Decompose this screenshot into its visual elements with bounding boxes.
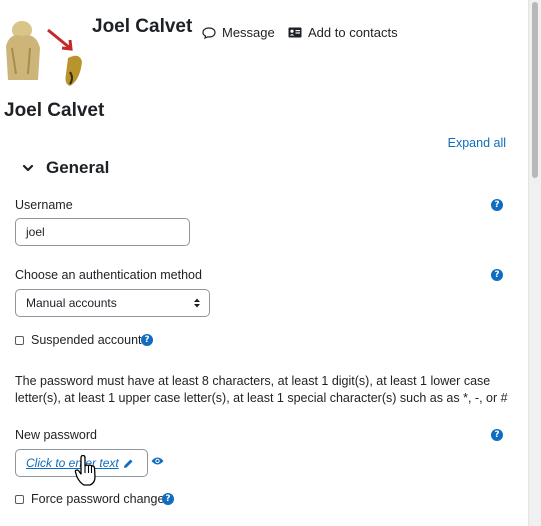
- password-policy-text: The password must have at least 8 charac…: [15, 374, 508, 405]
- user-avatar: [0, 18, 86, 88]
- help-icon[interactable]: ?: [162, 493, 174, 505]
- suspended-checkbox[interactable]: [15, 335, 24, 345]
- vertical-scrollbar[interactable]: [528, 0, 541, 526]
- force-password-change-row: Force password change: [15, 492, 164, 506]
- auth-method-select[interactable]: Manual accounts: [15, 289, 210, 317]
- force-password-change-label: Force password change: [31, 492, 165, 506]
- expand-all-link[interactable]: Expand all: [448, 136, 506, 150]
- section-general-toggle[interactable]: General: [22, 158, 109, 178]
- help-icon[interactable]: ?: [141, 334, 153, 346]
- section-title: General: [46, 158, 110, 177]
- select-arrows-icon: [194, 298, 200, 308]
- help-icon[interactable]: ?: [491, 429, 503, 441]
- message-link[interactable]: Message: [202, 25, 275, 40]
- auth-method-label: Choose an authentication method: [15, 268, 202, 282]
- add-contact-label: Add to contacts: [308, 25, 398, 40]
- add-contact-link[interactable]: Add to contacts: [288, 25, 398, 40]
- help-icon[interactable]: ?: [491, 269, 503, 281]
- suspended-label: Suspended account: [31, 333, 142, 347]
- chevron-down-icon: [22, 164, 34, 172]
- eye-icon[interactable]: [151, 456, 164, 466]
- new-password-label: New password: [15, 428, 97, 442]
- user-fullname-title: Joel Calvet: [92, 16, 193, 37]
- scrollbar-thumb[interactable]: [532, 2, 538, 178]
- message-icon: [202, 26, 216, 39]
- password-placeholder: Click to enter text: [26, 456, 119, 470]
- page-title: Joel Calvet: [4, 100, 105, 121]
- force-password-change-checkbox[interactable]: [15, 494, 24, 504]
- address-card-icon: [288, 27, 302, 38]
- pencil-icon: [123, 459, 133, 468]
- help-icon[interactable]: ?: [491, 199, 503, 211]
- user-edit-page: Joel Calvet Message Add to contacts Joel…: [0, 0, 528, 526]
- suspended-checkbox-row: Suspended account: [15, 333, 142, 347]
- auth-method-value: Manual accounts: [26, 296, 117, 310]
- username-label: Username: [15, 198, 73, 212]
- message-label: Message: [222, 25, 275, 40]
- username-input[interactable]: joel: [15, 218, 190, 246]
- hand-pointer-icon: [74, 455, 96, 486]
